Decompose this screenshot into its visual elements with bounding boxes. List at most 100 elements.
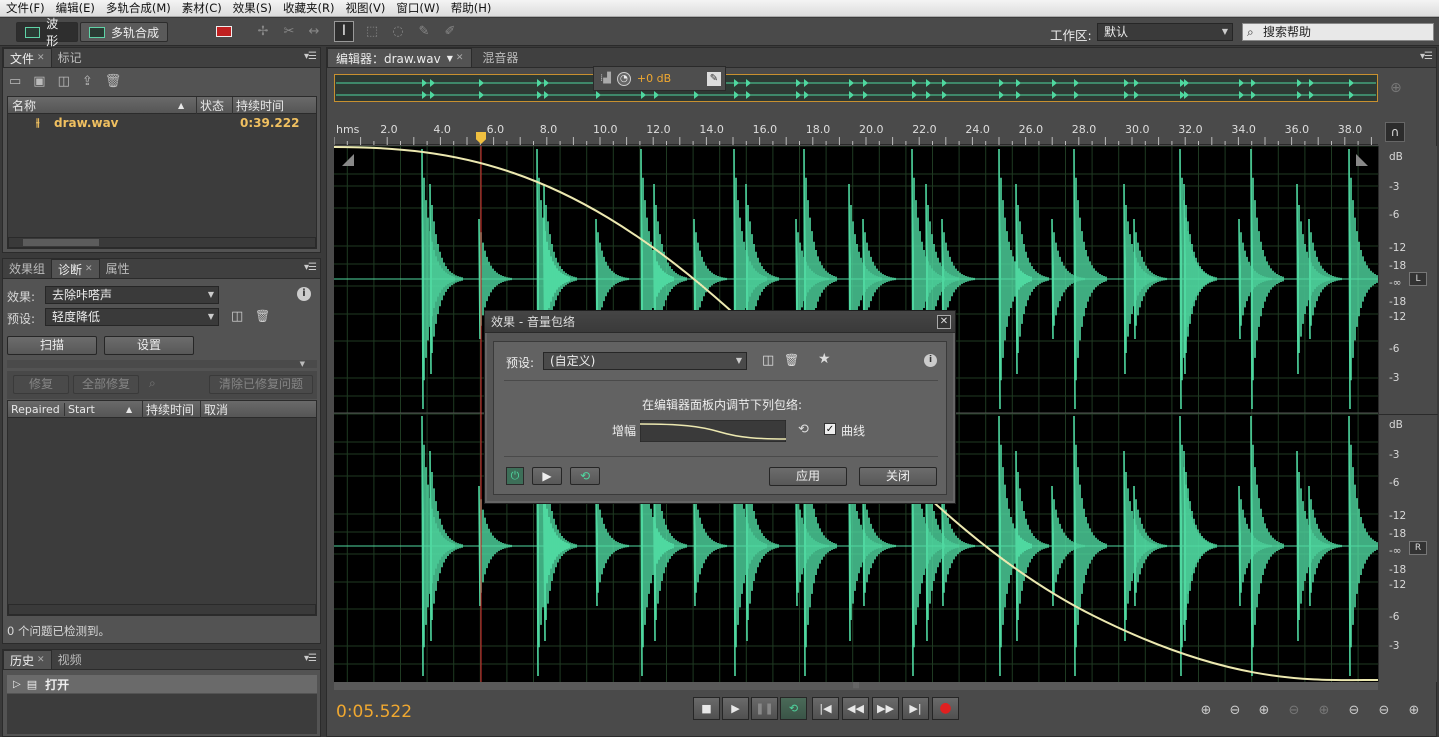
delete-icon[interactable]: 🗑 <box>105 74 134 89</box>
close-icon[interactable]: ✕ <box>937 315 951 329</box>
time-selection-tool-icon[interactable]: I <box>334 21 354 42</box>
razor-tool-icon[interactable]: ✂ <box>281 24 297 40</box>
pin-icon[interactable]: ✎ <box>707 71 721 86</box>
menu-edit[interactable]: 编辑(E) <box>50 0 100 16</box>
zoom-out-full-icon[interactable]: ⊖ <box>1283 703 1305 719</box>
stop-button[interactable]: ■ <box>693 697 720 720</box>
loop-button[interactable]: ⟲ <box>780 697 807 720</box>
menu-window[interactable]: 窗口(W) <box>390 0 444 16</box>
pause-button[interactable]: ❚❚ <box>751 697 778 720</box>
menu-clip[interactable]: 素材(C) <box>176 0 227 16</box>
tab-editor[interactable]: 编辑器：draw.wav ▼ ✕ <box>327 48 473 67</box>
tab-video[interactable]: 视频 <box>52 650 88 669</box>
col-name[interactable]: 名称 <box>8 97 178 114</box>
zoom-all-icon[interactable]: ⊕ <box>1403 703 1425 719</box>
preset-select[interactable]: 轻度降低 <box>45 308 219 326</box>
open-file-icon[interactable]: ▭ <box>9 74 33 89</box>
preview-play-button[interactable]: ▶ <box>532 467 562 485</box>
close-icon[interactable]: ✕ <box>37 53 45 63</box>
menu-favorites[interactable]: 收藏夹(R) <box>277 0 339 16</box>
tab-markers[interactable]: 标记 <box>52 48 88 67</box>
chevron-down-icon[interactable]: ▼ <box>447 54 453 63</box>
zoom-in-time-icon[interactable]: ⊕ <box>1253 703 1275 719</box>
panel-menu-icon[interactable]: ▾☰ <box>304 653 317 664</box>
col-cancel[interactable]: 取消 <box>200 400 316 418</box>
volume-knob-icon[interactable]: ◔ <box>616 71 631 86</box>
power-toggle-icon[interactable]: ⏻ <box>506 467 524 485</box>
settings-button[interactable]: 设置 <box>104 336 194 355</box>
history-item[interactable]: ▷ ▤ 打开 <box>7 675 317 693</box>
editor-scrollbar[interactable]: ||| <box>334 682 1378 690</box>
zoom-right-icon[interactable]: ⊖ <box>1373 703 1395 719</box>
slip-tool-icon[interactable]: ↔ <box>306 24 322 40</box>
diagnostics-scrollbar[interactable] <box>8 604 316 615</box>
scan-button[interactable]: 扫描 <box>7 336 97 355</box>
col-status[interactable]: 状态 <box>196 96 232 114</box>
go-to-start-button[interactable]: |◀ <box>812 697 839 720</box>
tab-diagnostics[interactable]: 诊断 ✕ <box>51 259 100 278</box>
workspace-select[interactable]: 默认 <box>1097 23 1233 41</box>
search-help-input[interactable]: ⌕ 搜索帮助 <box>1242 23 1434 41</box>
col-duration[interactable]: 持续时间 <box>232 96 316 114</box>
overview-waveform[interactable] <box>334 74 1378 102</box>
effect-select[interactable]: 去除咔嗒声 <box>45 286 219 304</box>
multitrack-view-button[interactable]: 多轨合成 <box>80 22 168 42</box>
play-button[interactable]: ▶ <box>722 697 749 720</box>
col-duration[interactable]: 持续时间 <box>142 400 200 418</box>
tab-history[interactable]: 历史 ✕ <box>3 650 52 669</box>
dialog-title-bar[interactable]: 效果 - 音量包络 ✕ <box>485 311 955 333</box>
col-repaired[interactable]: Repaired <box>8 403 64 416</box>
spot-healing-tool-icon[interactable]: ✐ <box>442 24 458 40</box>
record-button[interactable]: ● <box>932 697 959 720</box>
move-tool-icon[interactable]: ✢ <box>255 24 271 40</box>
info-icon[interactable]: i <box>924 354 937 367</box>
curve-checkbox[interactable]: ✓ <box>824 423 836 435</box>
close-button[interactable]: 关闭 <box>859 467 937 486</box>
panel-menu-icon[interactable]: ▾☰ <box>304 262 317 273</box>
collapse-divider[interactable]: ▼ <box>7 360 317 368</box>
dialog-preset-select[interactable]: (自定义) <box>543 352 747 370</box>
lasso-tool-icon[interactable]: ◌ <box>390 24 406 40</box>
fast-forward-button[interactable]: ▶▶ <box>872 697 899 720</box>
tab-mixer[interactable]: 混音器 <box>472 48 528 67</box>
menu-multitrack[interactable]: 多轨合成(M) <box>100 0 176 16</box>
reset-icon[interactable]: ⟲ <box>798 422 809 437</box>
channel-right-badge[interactable]: R <box>1409 541 1427 555</box>
zoom-out-amplitude-icon[interactable]: ⊖ <box>1224 703 1246 719</box>
menu-file[interactable]: 文件(F) <box>0 0 50 16</box>
gain-envelope-preview[interactable] <box>640 420 786 442</box>
col-start[interactable]: Start <box>64 402 126 416</box>
go-to-end-button[interactable]: ▶| <box>902 697 929 720</box>
close-icon[interactable]: ✕ <box>37 655 45 665</box>
zoom-selection-icon[interactable]: ⊕ <box>1313 703 1335 719</box>
menu-effects[interactable]: 效果(S) <box>227 0 277 16</box>
zoom-in-amplitude-icon[interactable]: ⊕ <box>1195 703 1217 719</box>
clear-repaired-button[interactable]: 清除已修复问题 <box>209 375 313 394</box>
close-icon[interactable]: ✕ <box>85 264 93 274</box>
waveform-view-button[interactable]: 波形 <box>16 17 78 48</box>
import-icon[interactable]: ▣ <box>33 74 57 89</box>
zoom-to-fit-icon[interactable]: ⊕ <box>1390 80 1402 96</box>
repair-button[interactable]: 修复 <box>13 375 69 394</box>
time-ruler[interactable]: hms 2.0 4.0 6.0 8.0 10.0 12.0 14.0 16.0 18.0 20.0… <box>334 119 1378 145</box>
menu-help[interactable]: 帮助(H) <box>445 0 497 16</box>
delete-preset-icon[interactable]: 🗑 <box>255 309 270 323</box>
save-preset-icon[interactable]: ◫ <box>762 353 774 368</box>
panel-menu-icon[interactable]: ▾☰ <box>304 51 317 62</box>
channel-left-badge[interactable]: L <box>1409 272 1427 286</box>
repair-all-button[interactable]: 全部修复 <box>73 375 139 394</box>
favorite-star-icon[interactable]: ★ <box>818 351 831 367</box>
delete-preset-icon[interactable]: 🗑 <box>784 353 799 367</box>
info-icon[interactable]: i <box>297 287 311 301</box>
record-color-icon[interactable] <box>216 26 232 37</box>
file-row[interactable]: ⫲ draw.wav 0:39.222 <box>8 114 316 132</box>
time-display[interactable]: 0:05.522 <box>336 702 412 722</box>
preview-loop-button[interactable]: ⟲ <box>570 467 600 485</box>
hud-volume[interactable]: ⁞▟ ◔ +0 dB ✎ <box>593 66 726 91</box>
save-preset-icon[interactable]: ◫ <box>231 309 243 324</box>
files-scrollbar[interactable] <box>8 237 316 248</box>
zoom-left-icon[interactable]: ⊖ <box>1343 703 1365 719</box>
headphone-icon[interactable]: ∩ <box>1385 122 1405 142</box>
brush-tool-icon[interactable]: ✎ <box>416 24 432 40</box>
insert-icon[interactable]: ⇪ <box>82 74 105 89</box>
